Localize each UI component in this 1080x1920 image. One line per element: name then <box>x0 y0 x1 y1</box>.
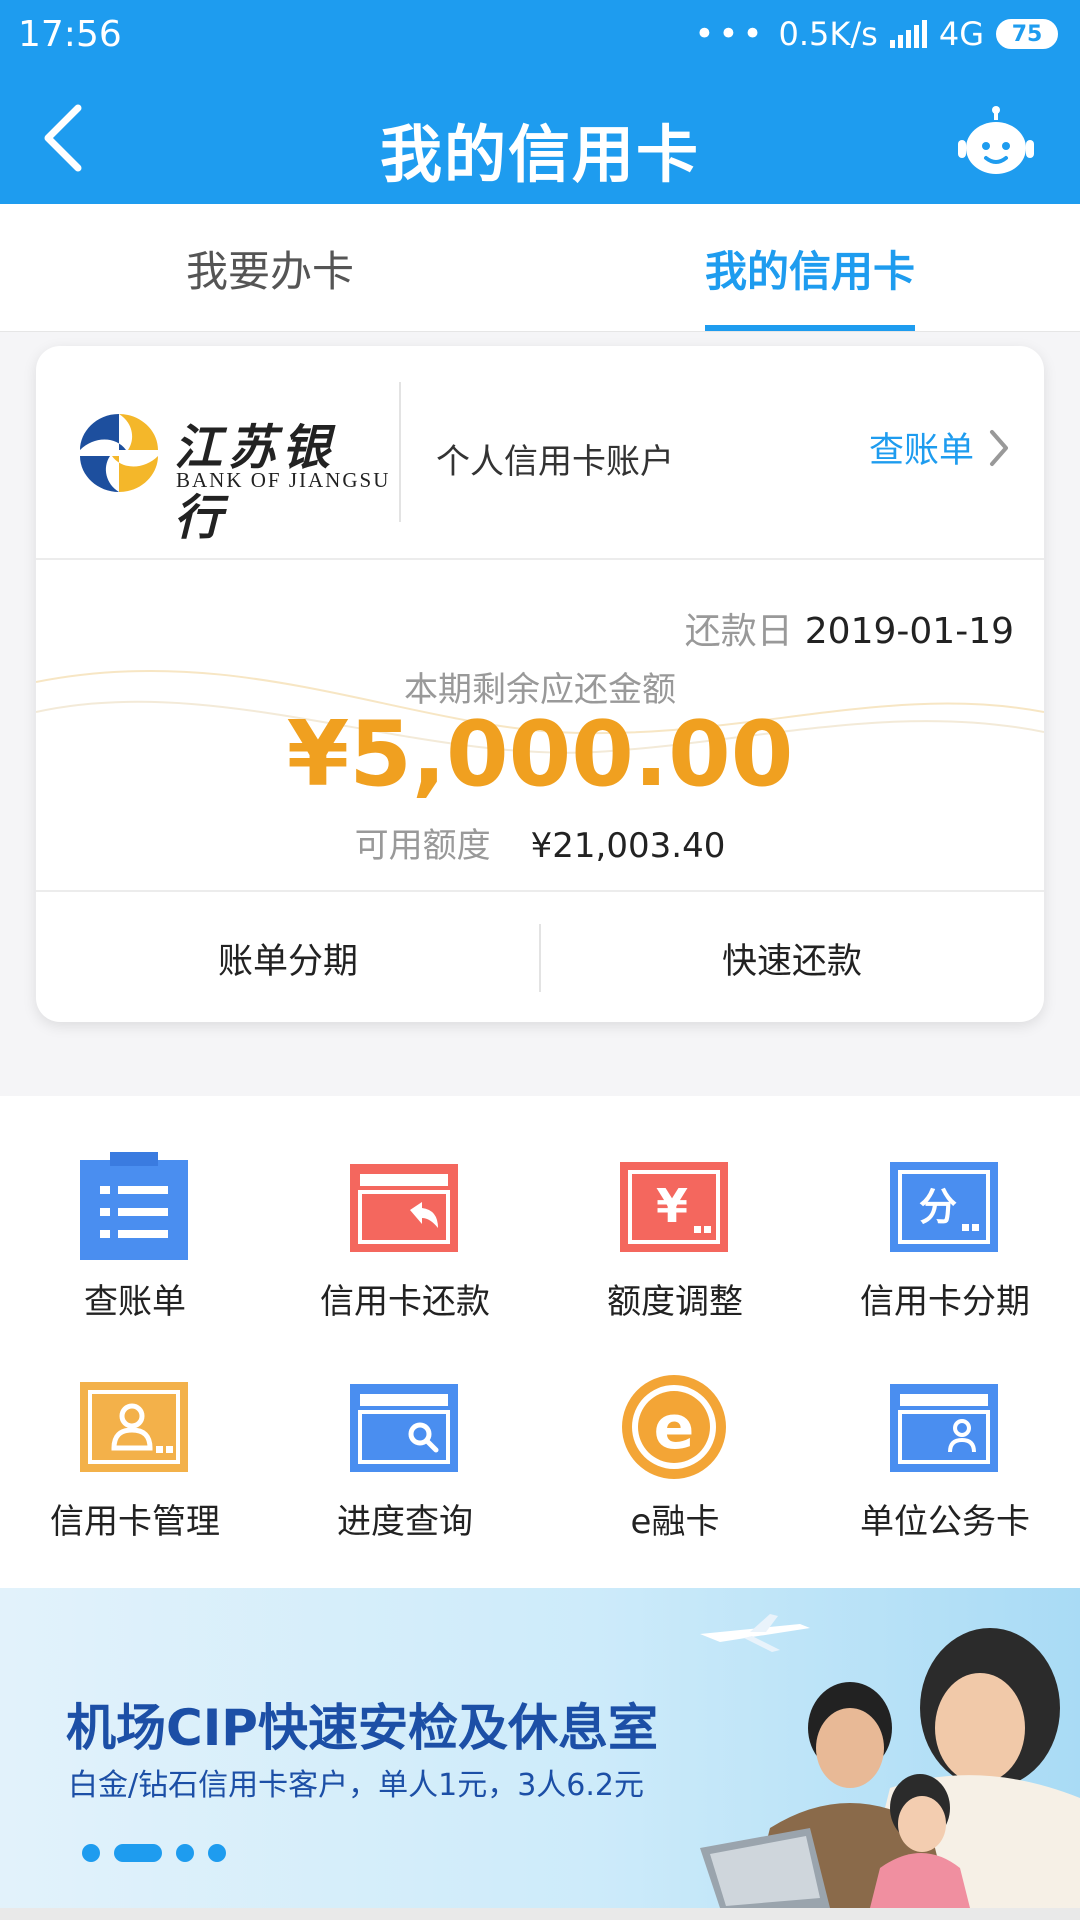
pager-dot-active[interactable] <box>114 1844 162 1862</box>
bill-installment-button[interactable]: 账单分期 <box>36 894 540 1022</box>
due-date-row: 还款日 2019-01-19 <box>685 602 1014 654</box>
bank-name-en: BANK OF JIANGSU <box>176 468 391 492</box>
promo-banner[interactable]: 机场CIP快速安检及休息室 白金/钻石信用卡客户，单人1元，3人6.2元 <box>0 1588 1080 1908</box>
e-card-icon: e <box>622 1375 726 1479</box>
page-title: 我的信用卡 <box>379 118 700 191</box>
status-time: 17:56 <box>18 14 122 55</box>
app-header: 我的信用卡 <box>0 72 1080 204</box>
svg-text:分: 分 <box>919 1185 957 1229</box>
view-bill-label: 查账单 <box>868 431 974 471</box>
bank-logo: 江苏银行 BANK OF JIANGSU <box>76 398 388 546</box>
service-label: 进度查询 <box>337 1502 473 1542</box>
airplane-icon <box>700 1614 810 1652</box>
corporate-card-icon <box>890 1384 998 1472</box>
battery-level: 75 <box>1011 21 1043 47</box>
tab-my-credit-card[interactable]: 我的信用卡 <box>640 204 980 332</box>
available-credit-value: ¥21,003.40 <box>530 826 726 866</box>
bill-list-icon <box>80 1152 188 1260</box>
active-tab-indicator <box>705 325 915 331</box>
tab-apply-card[interactable]: 我要办卡 <box>100 204 440 332</box>
service-card-repay[interactable]: 信用卡还款 <box>270 1152 540 1352</box>
service-label: 信用卡分期 <box>860 1282 1030 1322</box>
service-label: 查账单 <box>84 1282 186 1322</box>
limit-adjust-icon: ¥ <box>620 1162 728 1252</box>
banner-pager <box>82 1844 226 1862</box>
service-e-card[interactable]: e e融卡 <box>540 1372 810 1572</box>
chevron-right-icon <box>990 429 1008 466</box>
status-bar: 17:56 ••• 0.5K/s 4G 75 <box>0 0 1080 72</box>
bottom-strip <box>0 1908 1080 1920</box>
pager-dot[interactable] <box>176 1844 194 1862</box>
tab-bar: 我要办卡 我的信用卡 <box>0 204 1080 332</box>
service-label: 信用卡还款 <box>320 1282 490 1322</box>
network-type: 4G <box>938 15 984 53</box>
assistant-button[interactable] <box>956 106 1036 178</box>
network-speed: 0.5K/s <box>778 15 878 53</box>
battery-icon: 75 <box>996 19 1058 49</box>
pager-dot[interactable] <box>82 1844 100 1862</box>
card-actions: 账单分期 快速还款 <box>36 894 1044 1022</box>
status-indicators: ••• 0.5K/s 4G 75 <box>694 14 1058 54</box>
service-corporate-card[interactable]: 单位公务卡 <box>810 1372 1080 1572</box>
banner-title: 机场CIP快速安检及休息室 <box>66 1699 658 1757</box>
card-account-header: 江苏银行 BANK OF JIANGSU 个人信用卡账户 查账单 <box>36 346 1044 560</box>
banner-illustration <box>700 1614 1080 1908</box>
available-credit-row: 可用额度 ¥21,003.40 <box>36 818 1044 867</box>
quick-repay-button[interactable]: 快速还款 <box>540 894 1044 1022</box>
progress-search-icon <box>350 1384 458 1472</box>
svg-text:e: e <box>654 1393 695 1463</box>
service-label: 额度调整 <box>607 1282 743 1322</box>
service-card-manage[interactable]: 信用卡管理 <box>0 1372 270 1572</box>
service-grid: 查账单 信用卡还款 ¥ 额度调整 分 信用卡分期 信用卡管理 进度查询 e e融… <box>0 1096 1080 1588</box>
card-repay-icon <box>350 1164 458 1252</box>
service-progress-query[interactable]: 进度查询 <box>270 1372 540 1572</box>
service-label: e融卡 <box>630 1502 720 1542</box>
service-view-bill[interactable]: 查账单 <box>0 1152 270 1352</box>
due-date-value: 2019-01-19 <box>804 611 1014 652</box>
pager-dot[interactable] <box>208 1844 226 1862</box>
signal-icon <box>889 20 927 48</box>
banner-subtitle: 白金/钻石信用卡客户，单人1元，3人6.2元 <box>68 1768 644 1803</box>
account-type-label: 个人信用卡账户 <box>436 442 674 482</box>
more-dots-icon: ••• <box>694 14 767 54</box>
bank-emblem-icon <box>80 414 158 492</box>
divider <box>399 382 401 522</box>
service-limit-adjust[interactable]: ¥ 额度调整 <box>540 1152 810 1352</box>
robot-icon <box>958 106 1034 174</box>
service-label: 信用卡管理 <box>50 1502 220 1542</box>
installment-icon: 分 <box>890 1162 998 1252</box>
service-label: 单位公务卡 <box>860 1502 1030 1542</box>
repayment-summary: 还款日 2019-01-19 本期剩余应还金额 ¥5,000.00 可用额度 ¥21… <box>36 562 1044 892</box>
credit-card-summary: 江苏银行 BANK OF JIANGSU 个人信用卡账户 查账单 还款日 2019… <box>36 346 1044 1022</box>
remaining-amount: ¥5,000.00 <box>286 702 794 807</box>
svg-text:¥: ¥ <box>656 1179 688 1233</box>
due-date-label: 还款日 <box>684 611 793 652</box>
available-credit-label: 可用额度 <box>354 826 491 866</box>
view-bill-link[interactable]: 查账单 <box>869 422 1010 473</box>
service-installment[interactable]: 分 信用卡分期 <box>810 1152 1080 1352</box>
card-manage-icon <box>80 1382 188 1472</box>
